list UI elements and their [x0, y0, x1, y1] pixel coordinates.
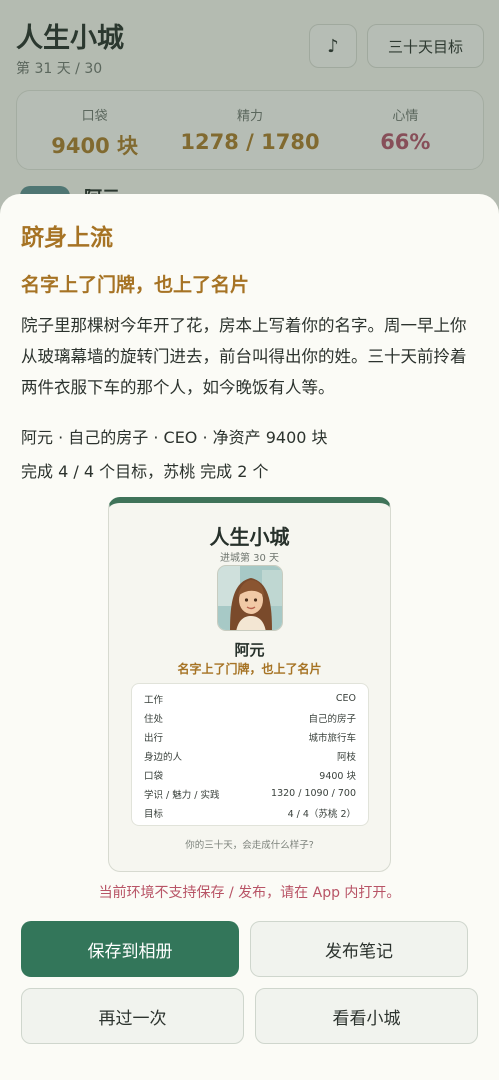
character-portrait [217, 565, 283, 631]
table-row: 学识 / 魅力 / 实践 1320 / 1090 / 700 [144, 784, 356, 803]
row-value: 1320 / 1090 / 700 [271, 788, 356, 799]
row-label: 身边的人 [144, 751, 183, 763]
ending-sheet: 跻身上流 名字上了门牌，也上了名片 院子里那棵树今年开了花，房本上写着你的名字。… [0, 194, 499, 1080]
card-stats-table: 工作 CEO 住处 自己的房子 出行 城市旅行车 身边的人 阿枝 口袋 9400 块 学识… [131, 683, 369, 826]
row-label: 出行 [144, 732, 164, 744]
row-label: 口袋 [144, 770, 164, 782]
ending-subtitle: 名字上了门牌，也上了名片 [21, 274, 250, 296]
row-label: 目标 [144, 808, 164, 820]
row-value: 9400 块 [319, 770, 356, 782]
play-again-button[interactable]: 再过一次 [21, 988, 244, 1044]
table-row: 工作 CEO [144, 689, 356, 708]
row-label: 工作 [144, 694, 164, 706]
table-row: 住处 自己的房子 [144, 708, 356, 727]
ending-story: 院子里那棵树今年开了花，房本上写着你的名字。周一早上你从玻璃幕墙的旋转门进去，前… [21, 316, 467, 397]
row-value: 自己的房子 [308, 713, 356, 725]
ending-title: 跻身上流 [21, 225, 113, 251]
card-footer: 你的三十天，会走成什么样子? [185, 840, 314, 851]
save-to-album-button[interactable]: 保存到相册 [21, 921, 239, 977]
table-row: 身边的人 阿枝 [144, 746, 356, 765]
table-row: 口袋 9400 块 [144, 765, 356, 784]
card-character-name: 阿元 [234, 641, 265, 659]
row-label: 住处 [144, 713, 164, 725]
card-tagline: 名字上了门牌，也上了名片 [177, 662, 322, 676]
card-title: 人生小城 [209, 525, 290, 549]
table-row: 出行 城市旅行车 [144, 727, 356, 746]
row-value: 城市旅行车 [308, 732, 356, 744]
publish-note-button[interactable]: 发布笔记 [250, 921, 468, 977]
share-card: 人生小城 进城第 30 天 阿元 名字上了门牌，也上了名片 工作 CEO 住处 自己… [108, 497, 391, 872]
card-day: 进城第 30 天 [219, 553, 280, 564]
row-value: 4 / 4（苏桃 2） [287, 808, 356, 820]
unsupported-warning: 当前环境不支持保存 / 发布，请在 App 内打开。 [98, 885, 401, 901]
row-label: 学识 / 魅力 / 实践 [144, 789, 220, 801]
view-town-button[interactable]: 看看小城 [255, 988, 478, 1044]
row-value: 阿枝 [336, 751, 356, 763]
row-value: CEO [335, 693, 356, 704]
ending-summary: 阿元 · 自己的房子 · CEO · 净资产 9400 块 [21, 428, 328, 447]
table-row: 目标 4 / 4（苏桃 2） [144, 803, 356, 822]
goal-summary: 完成 4 / 4 个目标，苏桃 完成 2 个 [21, 462, 269, 481]
